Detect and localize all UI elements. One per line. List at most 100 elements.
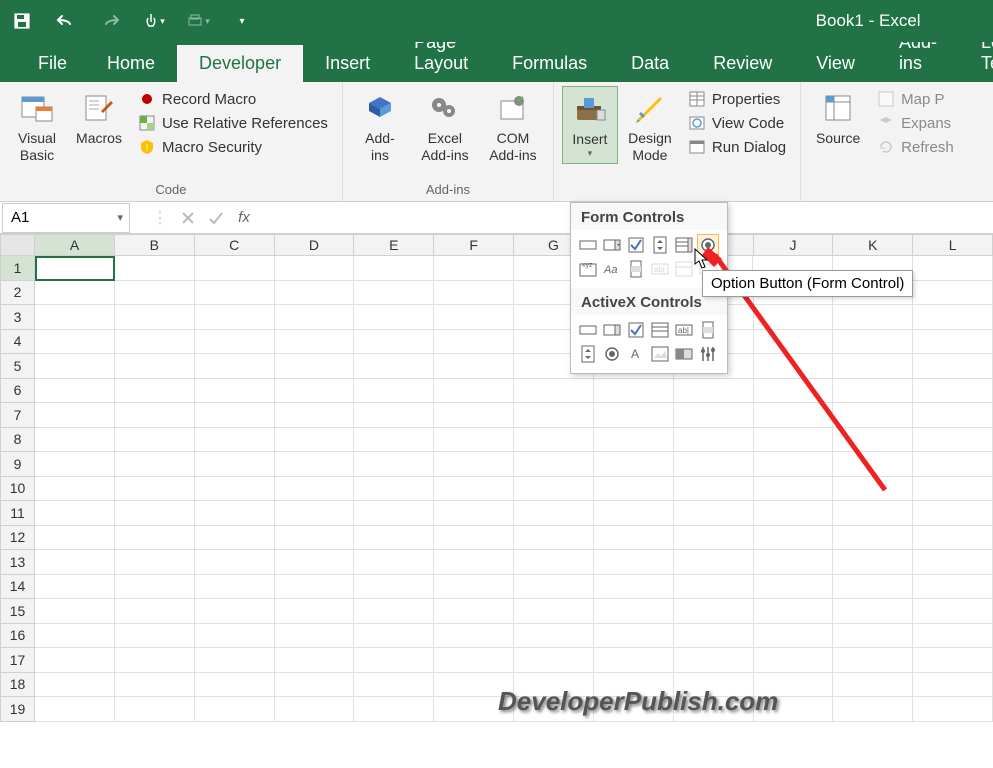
cell[interactable]	[754, 428, 834, 453]
cell[interactable]	[434, 477, 514, 502]
column-header[interactable]: J	[754, 234, 834, 256]
cell[interactable]	[754, 330, 834, 355]
cell[interactable]	[35, 477, 115, 502]
cell[interactable]	[275, 428, 355, 453]
cell[interactable]	[913, 354, 993, 379]
cell[interactable]	[913, 673, 993, 698]
source-button[interactable]: Source	[809, 86, 867, 151]
cell[interactable]	[594, 379, 674, 404]
row-header[interactable]: 19	[0, 697, 35, 722]
column-header[interactable]: A	[35, 234, 115, 256]
cell[interactable]	[674, 550, 754, 575]
cell[interactable]	[354, 403, 434, 428]
customize-qat-button[interactable]: ▾	[230, 9, 254, 33]
cell[interactable]	[594, 428, 674, 453]
activex-spinbutton-icon[interactable]	[577, 343, 599, 365]
cell[interactable]	[833, 648, 913, 673]
cell[interactable]	[434, 256, 514, 281]
cell[interactable]	[115, 452, 195, 477]
cell[interactable]	[195, 624, 275, 649]
cell[interactable]	[115, 697, 195, 722]
cell[interactable]	[434, 648, 514, 673]
cell[interactable]	[115, 305, 195, 330]
tab-developer[interactable]: Developer	[177, 45, 303, 82]
touch-mode-button[interactable]: ▾	[142, 9, 166, 33]
form-button-icon[interactable]	[577, 234, 599, 256]
column-header[interactable]: L	[913, 234, 993, 256]
row-header[interactable]: 1	[0, 256, 35, 281]
cell[interactable]	[434, 550, 514, 575]
cell[interactable]	[833, 477, 913, 502]
cell[interactable]	[35, 501, 115, 526]
cell[interactable]	[833, 599, 913, 624]
cell[interactable]	[275, 477, 355, 502]
column-header[interactable]: K	[833, 234, 913, 256]
cell[interactable]	[594, 648, 674, 673]
cell[interactable]	[913, 599, 993, 624]
cell[interactable]	[195, 256, 275, 281]
tab-view[interactable]: View	[794, 45, 877, 82]
cell[interactable]	[35, 452, 115, 477]
run-dialog-button[interactable]: Run Dialog	[688, 138, 786, 156]
cell[interactable]	[434, 403, 514, 428]
cell[interactable]	[674, 403, 754, 428]
cell[interactable]	[754, 648, 834, 673]
cell[interactable]	[674, 599, 754, 624]
row-header[interactable]: 14	[0, 575, 35, 600]
cell[interactable]	[35, 648, 115, 673]
activex-label-icon[interactable]: A	[625, 343, 647, 365]
cell[interactable]	[354, 526, 434, 551]
cell[interactable]	[195, 428, 275, 453]
save-button[interactable]	[10, 9, 34, 33]
cell[interactable]	[115, 501, 195, 526]
cell[interactable]	[754, 501, 834, 526]
insert-function-button[interactable]: fx	[230, 204, 258, 232]
cell[interactable]	[35, 281, 115, 306]
enter-formula-button[interactable]	[202, 204, 230, 232]
macros-button[interactable]: Macros	[70, 86, 128, 151]
cell[interactable]	[754, 403, 834, 428]
cell[interactable]	[674, 477, 754, 502]
activex-listbox-icon[interactable]	[649, 319, 671, 341]
cell[interactable]	[275, 526, 355, 551]
cell[interactable]	[594, 550, 674, 575]
cell[interactable]	[115, 281, 195, 306]
tab-home[interactable]: Home	[85, 45, 177, 82]
select-all-corner[interactable]	[0, 234, 35, 256]
cell[interactable]	[35, 379, 115, 404]
cell[interactable]	[195, 305, 275, 330]
row-header[interactable]: 13	[0, 550, 35, 575]
cell[interactable]	[195, 501, 275, 526]
cell[interactable]	[594, 526, 674, 551]
cell[interactable]	[35, 256, 115, 281]
activex-image-icon[interactable]	[649, 343, 671, 365]
macro-security-button[interactable]: ! Macro Security	[138, 138, 328, 156]
cell[interactable]	[434, 330, 514, 355]
row-header[interactable]: 10	[0, 477, 35, 502]
cell[interactable]	[913, 452, 993, 477]
tab-file[interactable]: File	[20, 45, 85, 82]
cell[interactable]	[275, 403, 355, 428]
cell[interactable]	[354, 477, 434, 502]
row-header[interactable]: 9	[0, 452, 35, 477]
cell[interactable]	[115, 477, 195, 502]
cell[interactable]	[195, 379, 275, 404]
cell[interactable]	[913, 281, 993, 306]
cell[interactable]	[115, 673, 195, 698]
cell[interactable]	[514, 501, 594, 526]
activex-checkbox-icon[interactable]	[625, 319, 647, 341]
cell[interactable]	[514, 648, 594, 673]
cell[interactable]	[275, 550, 355, 575]
cell[interactable]	[913, 550, 993, 575]
cell[interactable]	[354, 379, 434, 404]
cell[interactable]	[594, 575, 674, 600]
cell[interactable]	[514, 477, 594, 502]
cancel-formula-button[interactable]	[174, 204, 202, 232]
row-header[interactable]: 8	[0, 428, 35, 453]
cell[interactable]	[115, 428, 195, 453]
cell[interactable]	[913, 648, 993, 673]
cell[interactable]	[275, 575, 355, 600]
form-combobox-icon[interactable]	[601, 234, 623, 256]
cell[interactable]	[195, 452, 275, 477]
cell[interactable]	[115, 526, 195, 551]
